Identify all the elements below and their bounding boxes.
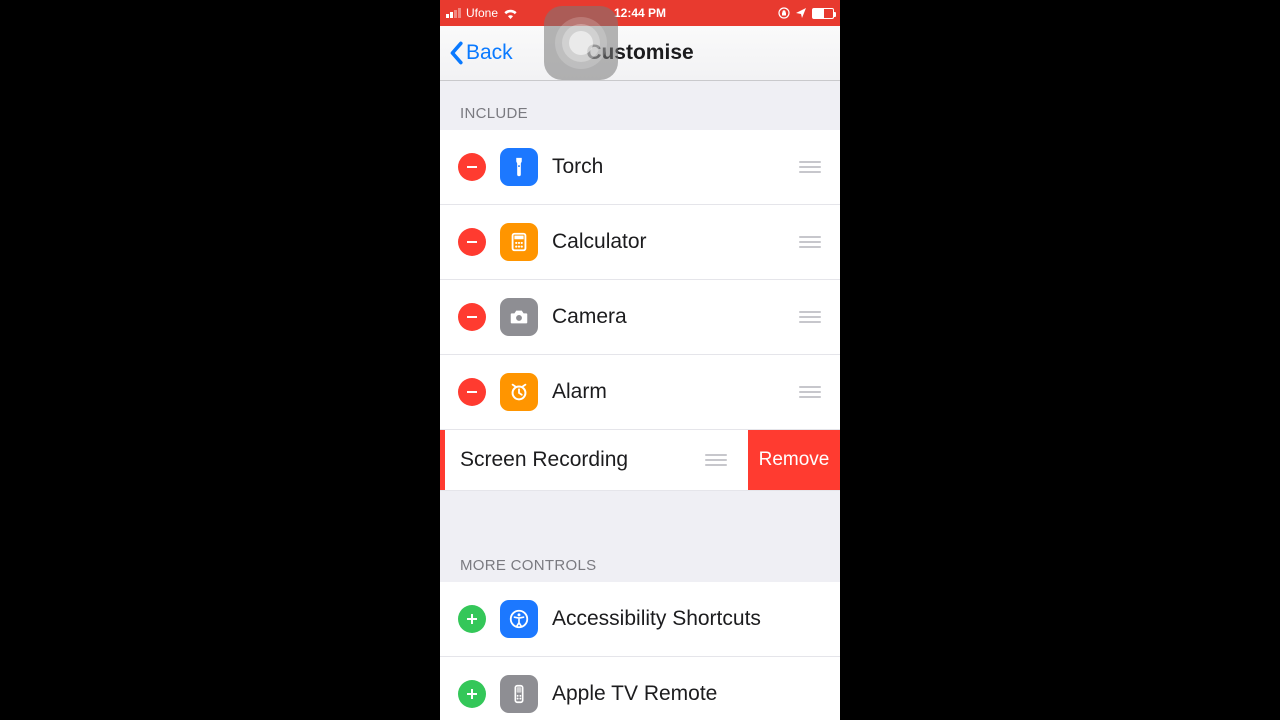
row-apple-tv-remote[interactable]: Apple TV Remote — [440, 657, 840, 720]
row-accessibility-shortcuts[interactable]: Accessibility Shortcuts — [440, 582, 840, 657]
row-label: Screen Recording — [460, 448, 702, 472]
swipe-edge-indicator — [440, 430, 445, 490]
camera-icon — [500, 298, 538, 336]
drag-handle-icon[interactable] — [796, 386, 824, 398]
drag-handle-icon[interactable] — [702, 454, 730, 466]
calculator-icon — [500, 223, 538, 261]
torch-icon — [500, 148, 538, 186]
row-alarm[interactable]: Alarm — [440, 355, 840, 430]
battery-icon — [812, 8, 834, 19]
assistive-touch-button[interactable] — [544, 6, 618, 80]
remove-circle-button[interactable] — [458, 303, 486, 331]
row-screen-recording[interactable]: Screen Recording Remove — [440, 430, 840, 491]
row-camera[interactable]: Camera — [440, 280, 840, 355]
section-header-more: More Controls — [440, 533, 840, 582]
back-button[interactable]: Back — [448, 41, 513, 65]
remove-action-button[interactable]: Remove — [748, 430, 840, 490]
phone-frame: Ufone 12:44 PM Back Customise Include — [440, 0, 840, 720]
alarm-icon — [500, 373, 538, 411]
row-label: Apple TV Remote — [552, 682, 824, 706]
back-label: Back — [466, 41, 513, 65]
remove-circle-button[interactable] — [458, 153, 486, 181]
remove-circle-button[interactable] — [458, 378, 486, 406]
row-label: Camera — [552, 305, 796, 329]
accessibility-icon — [500, 600, 538, 638]
row-label: Torch — [552, 155, 796, 179]
section-gap — [440, 491, 840, 533]
section-header-include: Include — [440, 81, 840, 130]
row-label: Calculator — [552, 230, 796, 254]
drag-handle-icon[interactable] — [796, 236, 824, 248]
remove-circle-button[interactable] — [458, 228, 486, 256]
add-circle-button[interactable] — [458, 605, 486, 633]
drag-handle-icon[interactable] — [796, 161, 824, 173]
content-scroll[interactable]: Include Torch Calculator — [440, 81, 840, 720]
status-bar: Ufone 12:44 PM — [440, 0, 840, 26]
nav-bar: Back Customise — [440, 26, 840, 81]
row-calculator[interactable]: Calculator — [440, 205, 840, 280]
row-label: Accessibility Shortcuts — [552, 607, 824, 631]
remote-icon — [500, 675, 538, 713]
status-time: 12:44 PM — [440, 6, 840, 20]
row-torch[interactable]: Torch — [440, 130, 840, 205]
row-label: Alarm — [552, 380, 796, 404]
add-circle-button[interactable] — [458, 680, 486, 708]
drag-handle-icon[interactable] — [796, 311, 824, 323]
